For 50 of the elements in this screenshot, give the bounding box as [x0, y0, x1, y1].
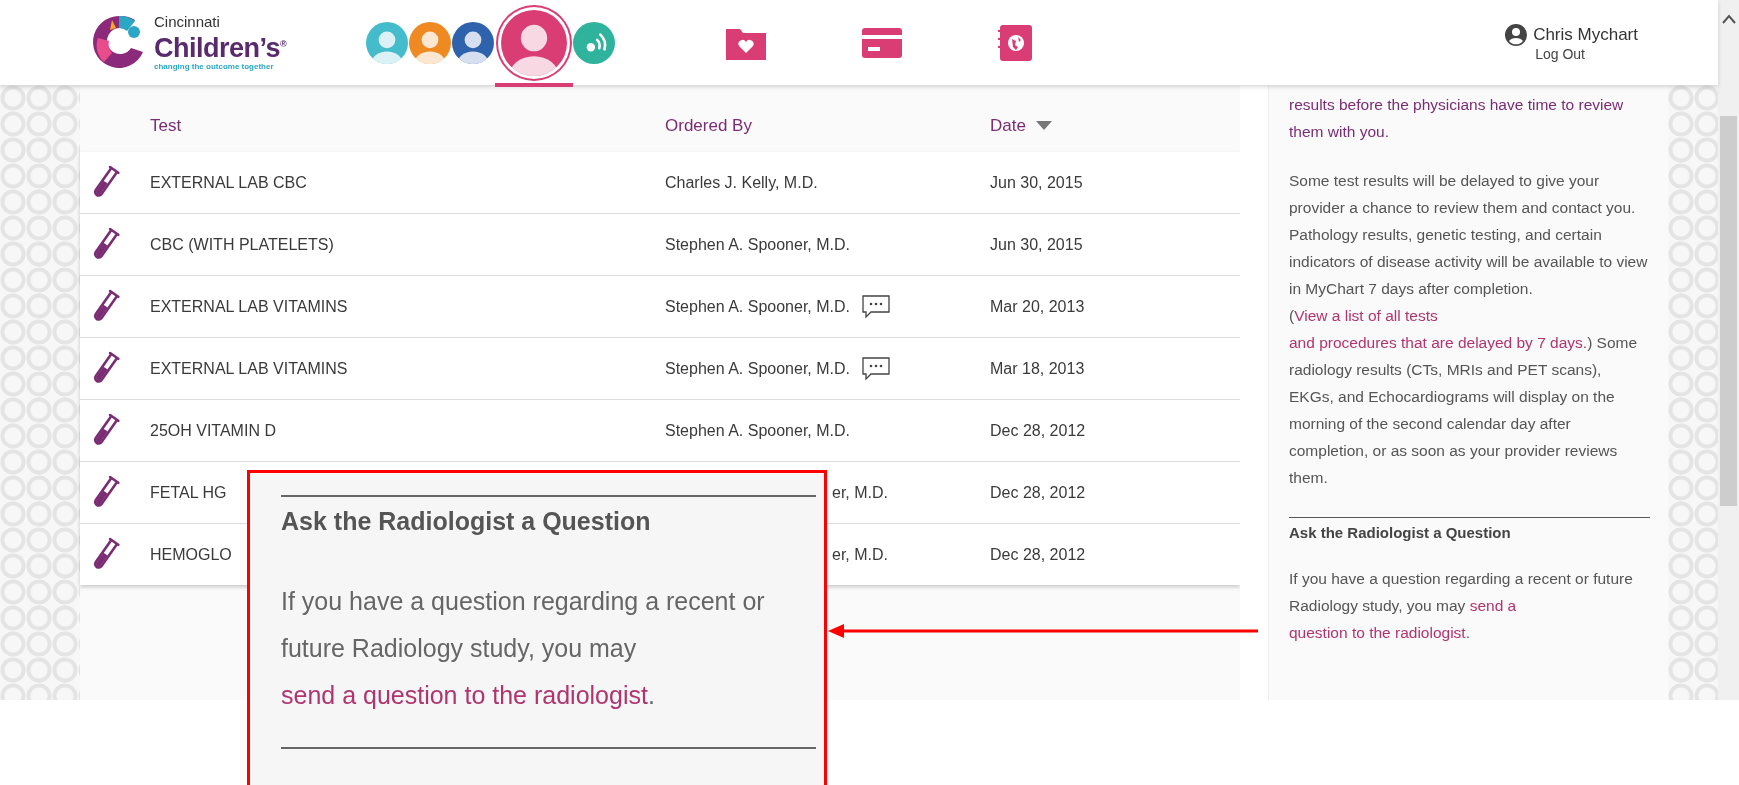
link[interactable]: send a question to the radiologist: [281, 681, 648, 709]
logo-text: Children’s$^{®}$: [154, 32, 287, 62]
ordered-by: er, M.D.: [832, 545, 888, 564]
scrollbar[interactable]: [1718, 0, 1739, 700]
test-name[interactable]: 25OH VITAMIN D: [150, 421, 276, 440]
delay-notice: Some test results will be delayed to give your provider a chance to review them and contact you. Pathology results, genetic testing, and certain indicators of disease activity will be available to view in MyChart 7 days after completion. (View a list of all tests and procedures that are delayed by 7 days.) Some radiology results (CTs, MRIs and PET scans), EKGs, and Echocardiograms will display on the morning of the second calendar day after completion, or as soon as your provider reviews them.: [1289, 171, 1649, 488]
link[interactable]: and procedures that are delayed by 7 days.: [1289, 334, 1588, 351]
result-date: Mar 20, 2013: [990, 297, 1085, 316]
comment-icon[interactable]: [862, 294, 890, 319]
callout-heading: Ask the Radiologist a Question: [281, 507, 652, 536]
radiologist-text: If you have a question regarding a recent or future Radiology study, you may send a question to the radiologist.: [1289, 569, 1634, 643]
ordered-by: er, M.D.: [832, 483, 888, 502]
ordered-by: Stephen A. Spooner, M.D.: [665, 359, 850, 378]
test-name[interactable]: CBC (WITH PLATELETS): [150, 235, 334, 254]
globe-book-icon[interactable]: [998, 24, 1032, 61]
ordered-by: Stephen A. Spooner, M.D.: [665, 421, 850, 440]
patient-avatar[interactable]: [573, 21, 615, 64]
result-date: Mar 18, 2013: [990, 359, 1085, 378]
test-name[interactable]: EXTERNAL LAB CBC: [150, 173, 307, 192]
logo-text: Cincinnati: [154, 14, 221, 30]
callout-text: If you have a question regarding a recent or future Radiology study, you may send a question to the radiologist.: [281, 586, 766, 711]
result-date: Dec 28, 2012: [990, 545, 1086, 564]
result-date: Dec 28, 2012: [990, 421, 1086, 440]
user-name[interactable]: Chris Mychart: [1533, 24, 1638, 45]
test-name[interactable]: EXTERNAL LAB VITAMINS: [150, 359, 348, 378]
comment-icon[interactable]: [862, 356, 890, 381]
scroll-up-icon[interactable]: [1721, 14, 1736, 24]
link[interactable]: send a: [1469, 597, 1517, 614]
link[interactable]: question to the radiologist: [1289, 624, 1466, 641]
result-date: Dec 28, 2012: [990, 483, 1086, 502]
result-date: Jun 30, 2015: [990, 235, 1083, 254]
ordered-by: Stephen A. Spooner, M.D.: [665, 297, 850, 316]
patient-avatar[interactable]: [409, 21, 451, 64]
test-name[interactable]: FETAL HG: [150, 483, 227, 502]
link[interactable]: View a list of all tests: [1294, 307, 1438, 324]
column-header[interactable]: Date: [990, 116, 1052, 136]
test-name[interactable]: EXTERNAL LAB VITAMINS: [150, 297, 348, 316]
result-date: Jun 30, 2015: [990, 173, 1083, 192]
user-icon: [1505, 23, 1528, 46]
test-name[interactable]: HEMOGLO: [150, 545, 232, 564]
ordered-by: Stephen A. Spooner, M.D.: [665, 235, 850, 254]
ordered-by: Charles J. Kelly, M.D.: [665, 173, 818, 192]
log-out-link[interactable]: Log Out: [1535, 45, 1585, 62]
column-header[interactable]: Ordered By: [665, 116, 752, 136]
logo-tagline: changing the outcome together: [154, 62, 275, 71]
section-heading: Ask the Radiologist a Question: [1289, 524, 1512, 541]
column-header[interactable]: Test: [150, 116, 182, 136]
patient-avatar[interactable]: [452, 21, 494, 64]
billing-card-icon[interactable]: [862, 27, 902, 58]
info-text: results before the physicians have time to review them with you.: [1289, 95, 1625, 142]
